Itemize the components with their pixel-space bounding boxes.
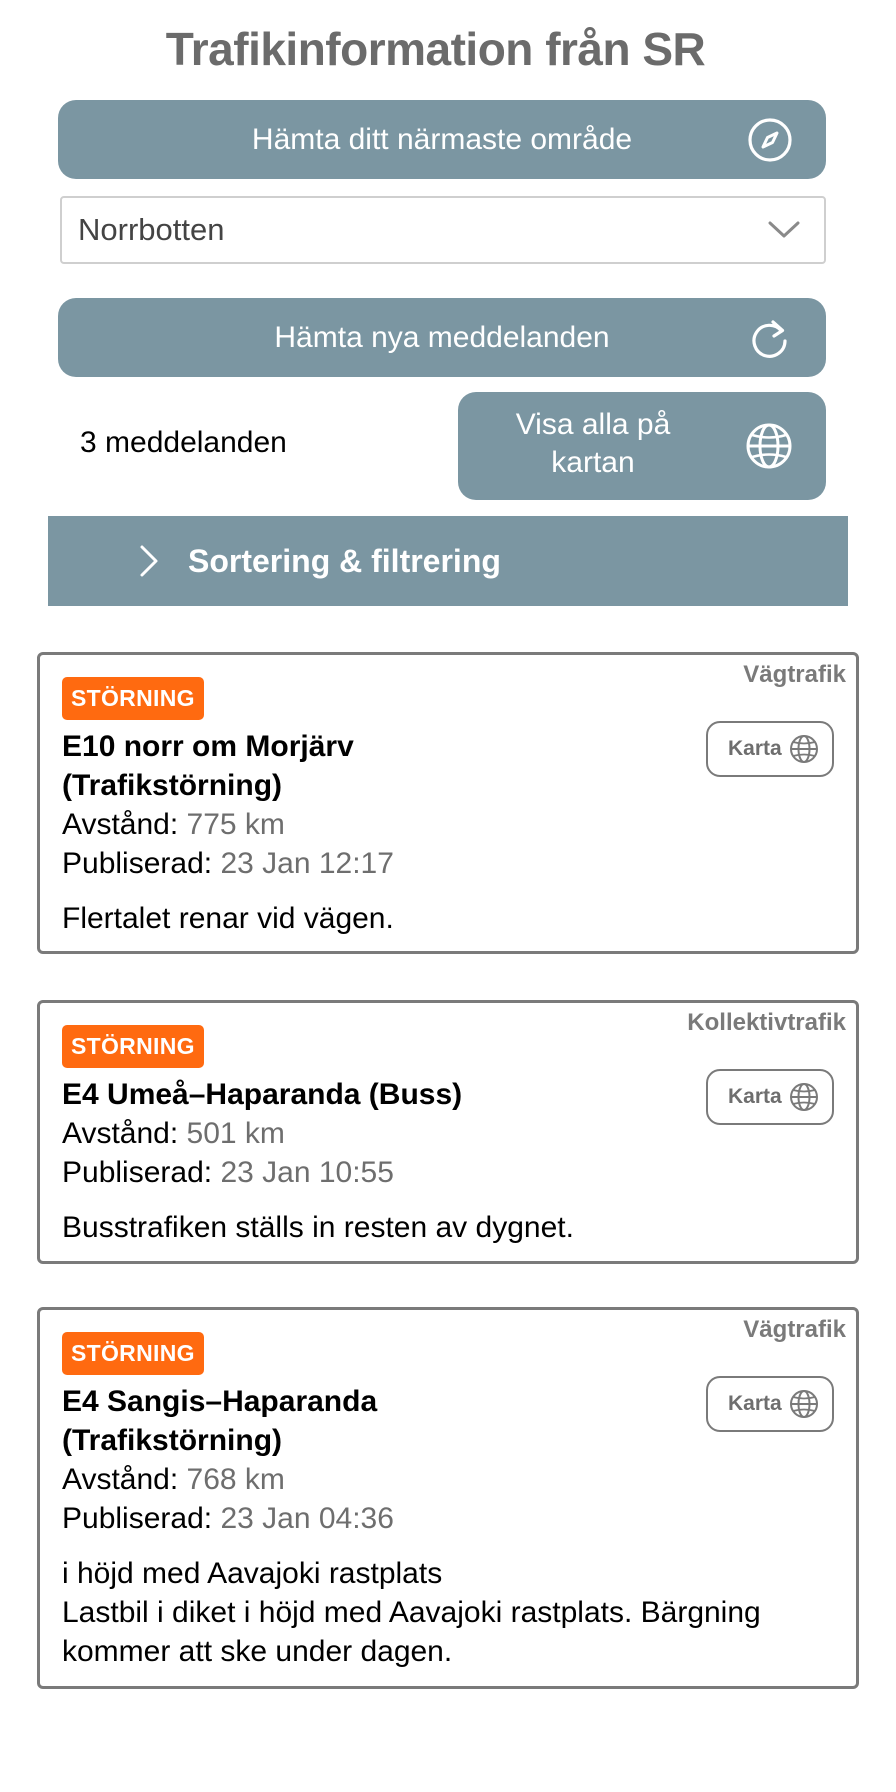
sort-filter-toggle[interactable]: Sortering & filtrering — [48, 516, 848, 606]
message-published: Publiserad: 23 Jan 10:55 — [62, 1153, 394, 1192]
distance-value: 501 km — [186, 1117, 285, 1150]
message-title: E10 norr om Morjärv (Trafikstörning) — [62, 730, 354, 802]
message-count: 3 meddelanden — [80, 426, 287, 459]
globe-icon — [746, 423, 792, 469]
card-map-button[interactable]: Karta — [706, 1069, 834, 1125]
nearest-area-button[interactable]: Hämta ditt närmaste område — [58, 100, 826, 179]
message-description: i höjd med Aavajoki rastplats Lastbil i … — [62, 1554, 842, 1671]
message-category: Vägtrafik — [743, 1316, 846, 1343]
card-map-label: Karta — [728, 737, 782, 760]
show-all-on-map-label: Visa alla på kartan — [515, 408, 671, 479]
distance-label: Avstånd: — [62, 1117, 179, 1150]
distance-label: Avstånd: — [62, 808, 179, 841]
message-card: Vägtrafik STÖRNING E10 norr om Morjärv (… — [37, 652, 859, 954]
published-value: 23 Jan 04:36 — [220, 1502, 394, 1535]
message-published: Publiserad: 23 Jan 04:36 — [62, 1499, 394, 1538]
card-map-label: Karta — [728, 1392, 782, 1415]
message-distance: Avstånd: 775 km — [62, 805, 285, 844]
published-value: 23 Jan 12:17 — [220, 847, 394, 880]
message-description: Busstrafiken ställs in resten av dygnet. — [62, 1211, 574, 1244]
refresh-messages-button[interactable]: Hämta nya meddelanden — [58, 298, 826, 377]
published-label: Publiserad: — [62, 1156, 213, 1189]
message-category: Kollektivtrafik — [687, 1009, 846, 1036]
distance-label: Avstånd: — [62, 1463, 179, 1496]
chevron-right-icon — [140, 545, 158, 577]
refresh-icon — [752, 319, 787, 358]
message-description-line: Lastbil i diket i höjd med Aavajoki rast… — [62, 1596, 761, 1668]
compass-icon — [748, 117, 792, 162]
show-all-on-map-button[interactable]: Visa alla på kartan — [458, 392, 826, 500]
nearest-area-label: Hämta ditt närmaste område — [251, 122, 633, 156]
card-map-label: Karta — [728, 1085, 782, 1108]
status-badge: STÖRNING — [62, 1025, 204, 1068]
chevron-down-icon — [768, 221, 800, 238]
card-map-button[interactable]: Karta — [706, 721, 834, 777]
message-distance: Avstånd: 501 km — [62, 1114, 285, 1153]
status-badge: STÖRNING — [62, 677, 204, 720]
globe-icon — [790, 1390, 818, 1418]
message-title: E4 Umeå–Haparanda (Buss) — [62, 1078, 463, 1111]
published-value: 23 Jan 10:55 — [220, 1156, 394, 1189]
card-map-button[interactable]: Karta — [706, 1376, 834, 1432]
globe-icon — [790, 735, 818, 763]
status-badge: STÖRNING — [62, 1332, 204, 1375]
region-select[interactable]: Norrbotten — [60, 196, 826, 264]
message-title: E4 Sangis–Haparanda (Trafikstörning) — [62, 1385, 378, 1457]
distance-value: 775 km — [186, 808, 285, 841]
region-select-value: Norrbotten — [78, 212, 225, 247]
globe-icon — [790, 1083, 818, 1111]
message-distance: Avstånd: 768 km — [62, 1460, 285, 1499]
refresh-messages-label: Hämta nya meddelanden — [274, 320, 610, 354]
published-label: Publiserad: — [62, 1502, 213, 1535]
published-label: Publiserad: — [62, 847, 213, 880]
sort-filter-label: Sortering & filtrering — [188, 542, 501, 579]
message-card: Kollektivtrafik STÖRNING E4 Umeå–Haparan… — [37, 1000, 859, 1264]
distance-value: 768 km — [186, 1463, 285, 1496]
page-title: Trafikinformation från SR — [165, 23, 706, 75]
message-card: Vägtrafik STÖRNING E4 Sangis–Haparanda (… — [37, 1307, 859, 1689]
message-description: Flertalet renar vid vägen. — [62, 902, 394, 935]
message-description-line: i höjd med Aavajoki rastplats — [62, 1557, 443, 1590]
message-category: Vägtrafik — [743, 661, 846, 688]
message-published: Publiserad: 23 Jan 12:17 — [62, 844, 394, 883]
